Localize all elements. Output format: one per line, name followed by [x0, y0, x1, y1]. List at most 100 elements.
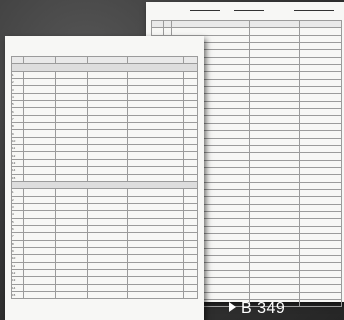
table-row: 4	[11, 210, 198, 219]
table-cell	[183, 195, 198, 204]
table-cell	[87, 166, 128, 175]
table-cell	[249, 144, 300, 154]
table-row: 13	[11, 276, 198, 285]
table-cell	[183, 166, 198, 175]
table-cell	[23, 136, 56, 146]
table-cell	[249, 159, 300, 168]
table-cell	[23, 173, 56, 182]
table-cell	[183, 144, 198, 153]
table-cell	[127, 202, 184, 212]
table-cell	[299, 86, 342, 95]
table-cell	[127, 92, 184, 102]
table-cell	[55, 254, 88, 263]
group-header-row	[11, 180, 198, 190]
table-cell	[299, 240, 342, 249]
table-cell	[23, 239, 56, 248]
table-cell	[299, 108, 342, 117]
table-row: 1	[11, 188, 198, 197]
back-column-header	[171, 19, 250, 29]
table-cell	[87, 290, 128, 300]
row-number: 14	[11, 166, 24, 175]
table-cell	[55, 217, 88, 226]
table-cell	[87, 261, 128, 270]
table-cell	[299, 27, 342, 36]
table-cell	[249, 196, 300, 205]
table-cell	[55, 173, 88, 182]
table-cell	[55, 283, 88, 293]
table-cell	[249, 56, 300, 66]
table-cell	[249, 166, 300, 176]
table-cell	[87, 92, 128, 102]
table-cell	[23, 246, 56, 256]
table-cell	[87, 136, 128, 146]
table-cell	[299, 137, 342, 146]
table-cell	[87, 100, 128, 109]
table-cell	[87, 254, 128, 263]
table-cell	[299, 269, 342, 279]
row-number: 1	[11, 70, 24, 80]
row-number: 11	[11, 261, 24, 270]
table-row: 8	[11, 122, 198, 131]
table-cell	[55, 188, 88, 197]
row-number: 14	[11, 283, 24, 293]
table-cell	[299, 130, 342, 139]
table-cell	[183, 232, 198, 241]
back-column-header	[163, 19, 172, 29]
table-cell	[299, 64, 342, 73]
row-number: 13	[11, 158, 24, 168]
back-title-rule	[234, 10, 264, 11]
back-column-header	[151, 19, 164, 29]
table-cell	[299, 181, 342, 190]
table-cell	[23, 129, 56, 138]
table-cell	[23, 283, 56, 293]
table-cell	[183, 107, 198, 116]
table-cell	[127, 173, 184, 182]
front-sheet-table: 1 2 3 4 5 6 7 8 9 10 11 12 13 14 15 1 2 3 4 5 6 7 8 9 10 11 12 13 14…	[11, 55, 198, 300]
table-cell	[299, 71, 342, 80]
table-cell	[87, 151, 128, 160]
table-cell	[23, 188, 56, 197]
table-cell	[127, 254, 184, 263]
table-cell	[249, 115, 300, 124]
table-cell	[55, 129, 88, 138]
table-cell	[127, 144, 184, 153]
row-number: 5	[11, 217, 24, 226]
front-column-header	[55, 55, 88, 65]
table-cell	[87, 202, 128, 212]
table-cell	[55, 290, 88, 300]
table-cell	[171, 27, 250, 36]
table-cell	[183, 239, 198, 248]
table-cell	[127, 136, 184, 146]
table-row: 10	[11, 254, 198, 263]
table-cell	[249, 277, 300, 286]
table-cell	[127, 195, 184, 204]
table-cell	[249, 108, 300, 117]
table-cell	[55, 239, 88, 248]
table-cell	[127, 261, 184, 270]
table-cell	[249, 181, 300, 190]
table-cell	[299, 203, 342, 212]
table-cell	[23, 144, 56, 153]
row-number: 9	[11, 129, 24, 138]
table-cell	[299, 225, 342, 234]
row-number: 1	[11, 188, 24, 197]
table-cell	[55, 202, 88, 212]
table-cell	[183, 283, 198, 293]
table-cell	[87, 114, 128, 124]
table-cell	[55, 144, 88, 153]
row-number: 2	[11, 195, 24, 204]
table-cell	[151, 27, 164, 36]
row-number: 11	[11, 144, 24, 153]
table-cell	[249, 100, 300, 110]
table-cell	[299, 93, 342, 102]
table-cell	[127, 224, 184, 234]
row-number: 5	[11, 100, 24, 109]
table-cell	[87, 70, 128, 80]
table-cell	[249, 130, 300, 139]
table-cell	[127, 85, 184, 94]
table-cell	[183, 100, 198, 109]
table-cell	[183, 210, 198, 219]
table-row: 14	[11, 166, 198, 175]
table-cell	[299, 254, 342, 264]
table-cell	[87, 246, 128, 256]
